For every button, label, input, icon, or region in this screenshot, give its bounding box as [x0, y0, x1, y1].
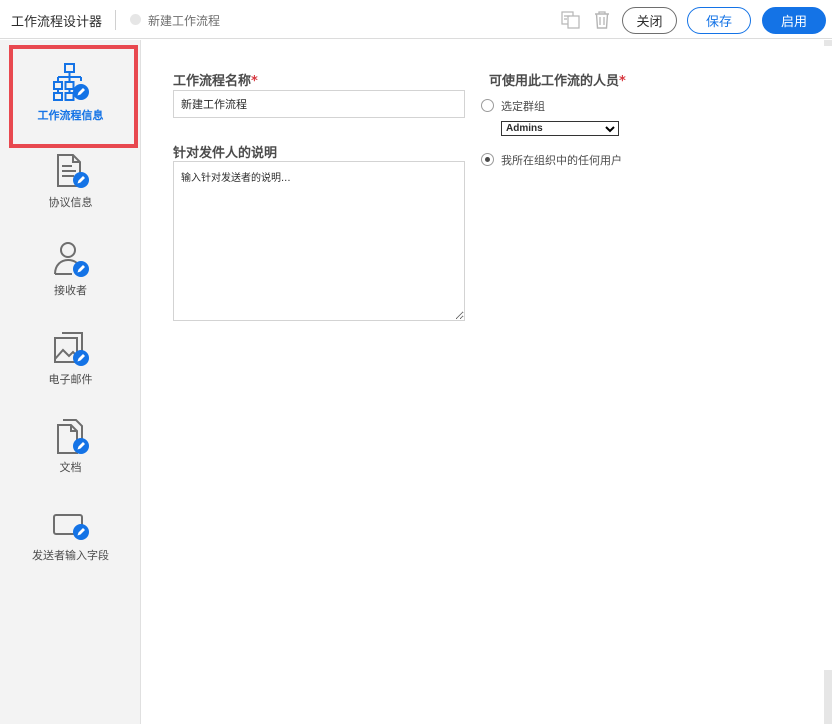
- sidebar-item-agreement-info[interactable]: 协议信息: [0, 152, 141, 240]
- sidebar-item-email[interactable]: 电子邮件: [0, 329, 141, 417]
- sidebar: 工作流程信息 协议信息 接收者 电子邮件 文档 发送者输入字段: [0, 40, 141, 724]
- sidebar-item-recipients[interactable]: 接收者: [0, 240, 141, 328]
- sidebar-item-label: 接收者: [54, 284, 87, 297]
- sidebar-item-label: 协议信息: [48, 196, 93, 209]
- group-select[interactable]: Admins: [501, 121, 619, 136]
- workflow-name-input[interactable]: [173, 90, 465, 118]
- radio-selected-group[interactable]: [481, 99, 494, 112]
- sidebar-item-workflow-info[interactable]: 工作流程信息: [0, 62, 141, 150]
- scrollbar-top[interactable]: [824, 40, 832, 46]
- sidebar-item-label: 电子邮件: [48, 373, 93, 386]
- who-can-use-label: 可使用此工作流的人员*: [489, 74, 626, 89]
- scrollbar-thumb[interactable]: [824, 670, 832, 724]
- agreement-icon: [57, 154, 89, 188]
- radio-anyone-in-org[interactable]: [481, 153, 494, 166]
- workflow-icon: [53, 63, 89, 101]
- recipient-icon: [54, 242, 89, 277]
- radio-anyone-in-org-label: 我所在组织中的任何用户: [501, 154, 622, 167]
- chevron-down-icon: [605, 125, 615, 132]
- status-dot-icon: [130, 14, 141, 25]
- app-title: 工作流程设计器: [11, 15, 103, 30]
- email-icon: [54, 332, 89, 366]
- title-divider: [115, 10, 116, 30]
- enable-button[interactable]: 启用: [762, 7, 826, 34]
- document-icon: [57, 419, 89, 454]
- sidebar-item-sender-fields[interactable]: 发送者输入字段: [0, 505, 141, 593]
- copy-icon[interactable]: [560, 9, 582, 31]
- sender-field-icon: [53, 514, 89, 540]
- radio-selected-group-label: 选定群组: [501, 100, 545, 113]
- trash-icon[interactable]: [591, 9, 613, 31]
- workflow-name-label: 工作流程名称*: [173, 74, 258, 89]
- sidebar-item-label: 发送者输入字段: [32, 549, 109, 562]
- sidebar-item-label: 工作流程信息: [37, 109, 104, 122]
- sidebar-item-label: 文档: [59, 461, 82, 474]
- header-bar: 工作流程设计器 新建工作流程 关闭 保存 启用: [0, 0, 832, 39]
- group-select-value: Admins: [506, 123, 543, 134]
- close-button[interactable]: 关闭: [622, 7, 677, 34]
- sidebar-item-documents[interactable]: 文档: [0, 417, 141, 505]
- instructions-label: 针对发件人的说明: [173, 146, 278, 161]
- save-button[interactable]: 保存: [687, 7, 751, 34]
- instructions-textarea[interactable]: [173, 161, 465, 321]
- workflow-name-title: 新建工作流程: [148, 14, 221, 28]
